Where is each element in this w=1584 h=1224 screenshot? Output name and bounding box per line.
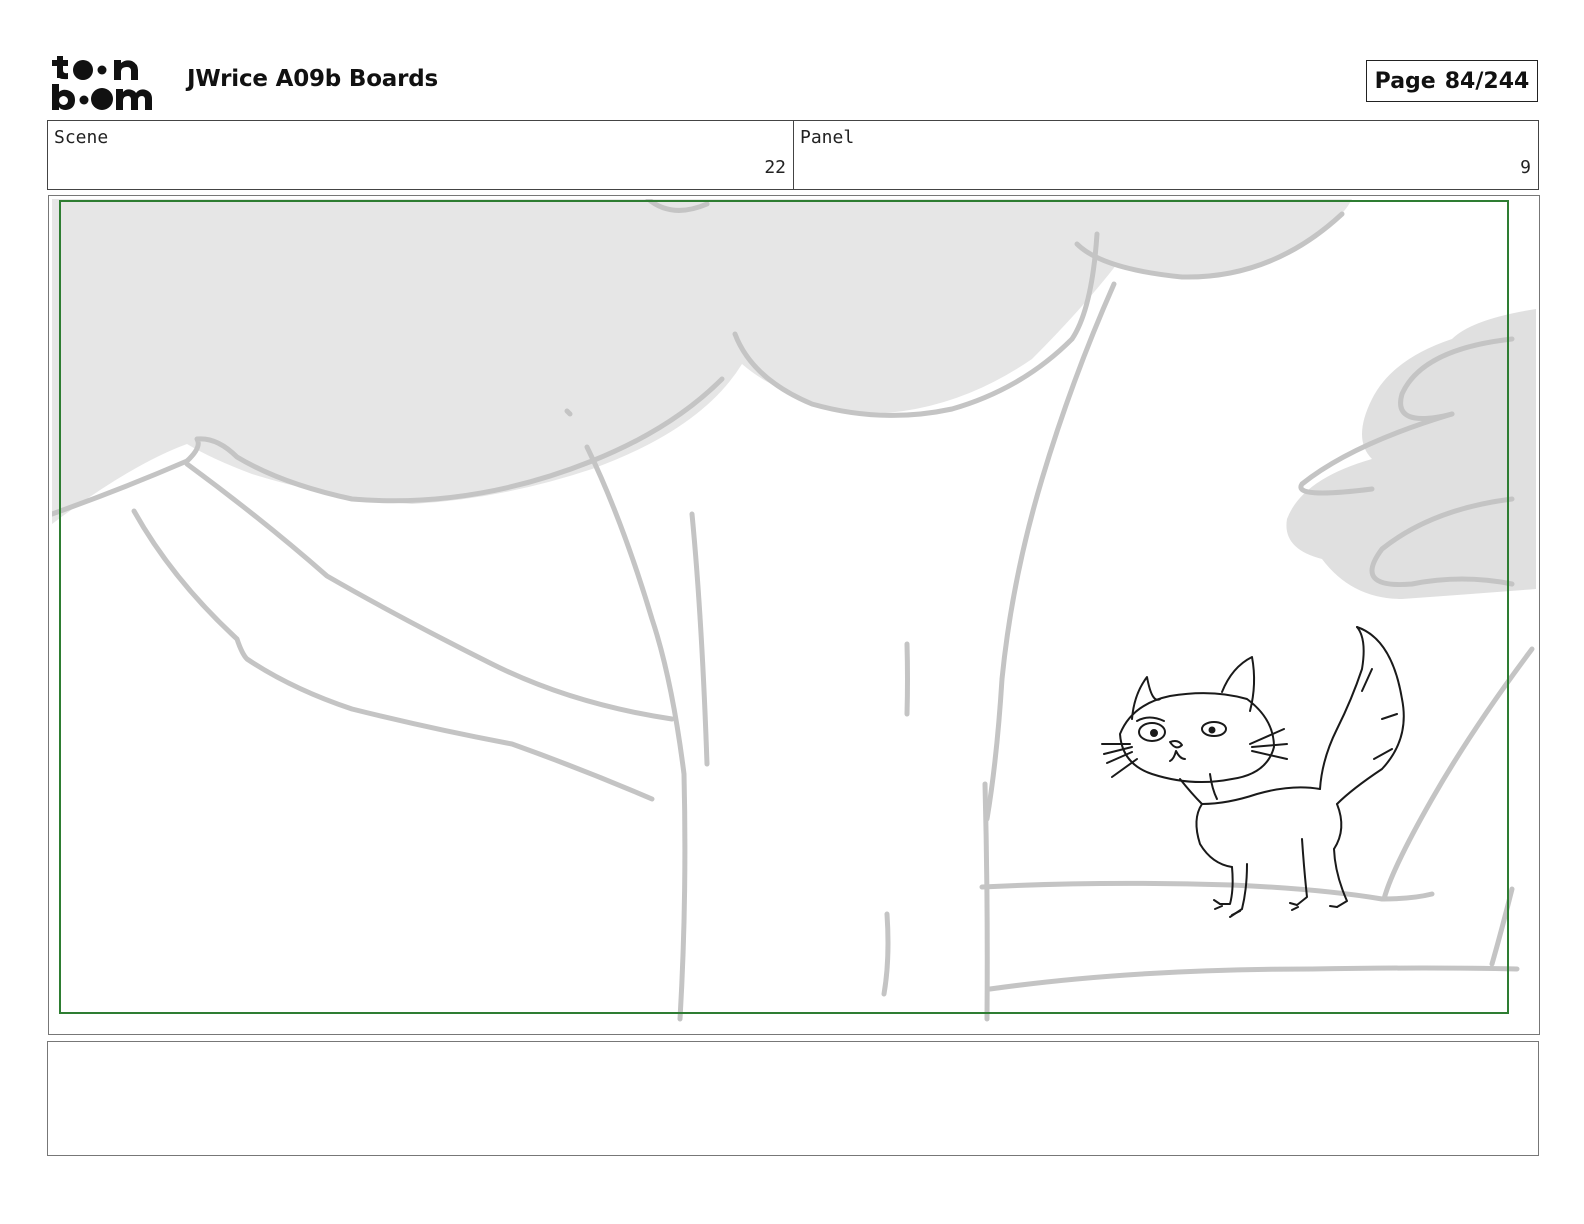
panel-value: 9 [1520, 157, 1531, 178]
panel-cell: Panel 9 [794, 121, 1538, 189]
page-label: Page [1374, 68, 1436, 94]
panel-label: Panel [800, 127, 855, 148]
toonboom-logo [52, 56, 152, 110]
panel-notes-box [47, 1041, 1539, 1156]
storyboard-drawing [52, 199, 1536, 1022]
scene-label: Scene [54, 127, 109, 148]
page-indicator: Page 84/244 [1366, 60, 1538, 102]
page-number: 84/244 [1444, 68, 1530, 94]
scene-cell: Scene 22 [48, 121, 794, 189]
scene-value: 22 [764, 157, 786, 178]
document-title: JWrice A09b Boards [187, 66, 439, 92]
scene-panel-info: Scene 22 Panel 9 [47, 120, 1539, 190]
right-foliage-fill [1286, 309, 1536, 599]
tree-canopy-fill [52, 199, 1352, 524]
cat-sketch [1101, 626, 1405, 918]
